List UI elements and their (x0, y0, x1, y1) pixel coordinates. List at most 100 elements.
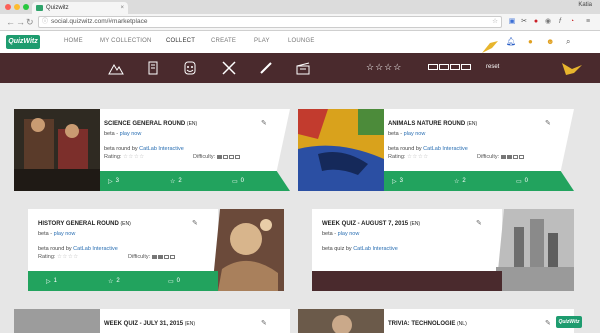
card-author-line: beta round by CatLab Interactive (38, 246, 118, 252)
edit-icon[interactable]: ✎ (545, 319, 551, 327)
nav-collect[interactable]: COLLECT (166, 38, 195, 44)
reset-filter-button[interactable]: reset (486, 64, 499, 70)
tab-title: Quizwitz (46, 5, 69, 11)
author-link[interactable]: CatLab Interactive (353, 246, 398, 252)
quizwitz-favicon-icon (36, 5, 43, 11)
card-title[interactable]: WEEK QUIZ - JULY 31, 2015 (EN) (104, 321, 195, 327)
bird-decoration-icon (562, 63, 582, 75)
card-rating: Rating: ☆☆☆☆ (388, 154, 429, 160)
quiz-card-week-jul-31[interactable]: WEEK QUIZ - JULY 31, 2015 (EN) ✎ (14, 309, 290, 333)
play-now-link[interactable]: play now (54, 231, 76, 237)
play-now-link[interactable]: play now (120, 131, 142, 137)
minimize-window-button[interactable] (14, 4, 20, 10)
back-icon[interactable]: ← (6, 17, 15, 27)
nav-create[interactable]: CREATE (211, 38, 236, 44)
reload-icon[interactable]: ↻ (26, 17, 34, 27)
play-now-link[interactable]: play now (338, 231, 360, 237)
card-author-line: beta quiz by CatLab Interactive (322, 246, 398, 252)
quiz-card-trivia-technologie[interactable]: TRIVIA: TECHNOLOGIE (NL) ✎ (298, 309, 574, 333)
close-tab-icon[interactable]: × (120, 2, 124, 14)
card-body (312, 209, 502, 271)
browser-tabstrip: Quizwitz × Katia (0, 0, 600, 14)
likes-stat[interactable]: ☆ 2 (170, 171, 182, 191)
card-title[interactable]: ANIMALS NATURE ROUND (EN) (388, 121, 477, 127)
forward-icon[interactable]: → (16, 17, 25, 27)
avatar-icon[interactable]: ☻ (546, 37, 554, 46)
page-info-icon[interactable]: ⓘ (42, 17, 48, 27)
nav-play[interactable]: PLAY (254, 38, 270, 44)
difficulty-filter[interactable] (428, 64, 471, 70)
card-thumbnail (212, 209, 284, 291)
comments-stat[interactable]: ▭ 0 (232, 171, 244, 191)
rating-filter-stars[interactable]: ☆☆☆☆ (366, 62, 402, 73)
bell-icon[interactable]: 🔔︎ (506, 37, 516, 46)
address-bar[interactable]: ⓘ social.quizwitz.com/#marketplace ☆ (38, 16, 502, 28)
card-difficulty: Difficulty: (193, 154, 241, 160)
browser-user-name[interactable]: Katia (578, 2, 592, 8)
pencil-icon[interactable] (258, 60, 274, 76)
function-icon[interactable]: f (556, 18, 564, 26)
browser-tab[interactable]: Quizwitz × (32, 2, 128, 14)
play-now-link[interactable]: play now (404, 131, 426, 137)
edit-icon[interactable]: ✎ (261, 319, 267, 327)
quizwitz-badge-logo[interactable]: QuizWitz (556, 316, 582, 328)
card-footer: ▷ 3 ☆ 2 ▭ 0 (100, 171, 290, 191)
card-title[interactable]: HISTORY GENERAL ROUND (EN) (38, 221, 131, 227)
nav-lounge[interactable]: LOUNGE (288, 38, 315, 44)
extension-icon-2[interactable]: ✂ (520, 18, 528, 26)
maximize-window-button[interactable] (23, 4, 29, 10)
app-navbar: QuizWitz HOME MY COLLECTION COLLECT CREA… (0, 31, 600, 53)
quizwitz-logo[interactable]: QuizWitz (6, 35, 40, 49)
bookmark-star-icon[interactable]: ☆ (492, 17, 498, 27)
comments-stat[interactable]: ▭ 0 (516, 171, 528, 191)
card-stage: beta - play now (104, 131, 142, 137)
difficulty-bar (152, 255, 176, 259)
difficulty-bar (501, 155, 525, 159)
likes-stat[interactable]: ☆ 2 (108, 271, 120, 291)
pinterest-icon[interactable]: ● (532, 18, 540, 26)
card-thumbnail (14, 309, 100, 333)
likes-stat[interactable]: ☆ 2 (454, 171, 466, 191)
nav-home[interactable]: HOME (64, 38, 83, 44)
extension-icon-1[interactable]: ▣ (508, 18, 516, 26)
close-window-button[interactable] (5, 4, 11, 10)
card-title[interactable]: SCIENCE GENERAL ROUND (EN) (104, 121, 197, 127)
card-stage: beta - play now (322, 231, 360, 237)
card-difficulty: Difficulty: (128, 254, 176, 260)
tools-icon[interactable] (221, 60, 237, 76)
quiz-card-week-aug-7[interactable]: WEEK QUIZ - AUGUST 7, 2015 (EN) ✎ beta -… (312, 209, 574, 291)
plays-stat[interactable]: ▷ 3 (392, 171, 403, 191)
card-thumbnail (298, 309, 384, 333)
browser-toolbar: ← → ↻ ⓘ social.quizwitz.com/#marketplace… (0, 14, 600, 31)
edit-icon[interactable]: ✎ (261, 119, 267, 127)
coin-icon[interactable]: ● (528, 37, 533, 46)
mountain-icon[interactable] (108, 60, 124, 76)
theater-masks-icon[interactable] (182, 60, 198, 76)
author-link[interactable]: CatLab Interactive (139, 146, 184, 152)
extension-icon-4[interactable]: ◔ (568, 18, 576, 26)
quiz-card-history[interactable]: HISTORY GENERAL ROUND (EN) ✎ beta - play… (28, 209, 284, 291)
scroll-icon[interactable] (145, 60, 161, 76)
quiz-card-science[interactable]: SCIENCE GENERAL ROUND (EN) ✎ beta - play… (14, 109, 290, 191)
edit-icon[interactable]: ✎ (476, 219, 482, 227)
difficulty-bar (217, 155, 241, 159)
quiz-card-animals[interactable]: ANIMALS NATURE ROUND (EN) ✎ beta - play … (298, 109, 574, 191)
edit-icon[interactable]: ✎ (545, 119, 551, 127)
search-icon[interactable]: ⌕ (566, 37, 570, 46)
nav-my-collection[interactable]: MY COLLECTION (100, 38, 152, 44)
plays-stat[interactable]: ▷ 3 (108, 171, 119, 191)
filter-bar: ☆☆☆☆ reset (0, 53, 600, 83)
card-title[interactable]: TRIVIA: TECHNOLOGIE (NL) (388, 321, 467, 327)
comments-stat[interactable]: ▭ 0 (168, 271, 180, 291)
author-link[interactable]: CatLab Interactive (423, 146, 468, 152)
menu-icon[interactable]: ≡ (584, 18, 592, 26)
url-text: social.quizwitz.com/#marketplace (51, 18, 148, 25)
author-link[interactable]: CatLab Interactive (73, 246, 118, 252)
card-title[interactable]: WEEK QUIZ - AUGUST 7, 2015 (EN) (322, 221, 420, 227)
card-stage: beta - play now (38, 231, 76, 237)
plays-stat[interactable]: ▷ 1 (46, 271, 57, 291)
clapperboard-icon[interactable] (295, 60, 311, 76)
edit-icon[interactable]: ✎ (192, 219, 198, 227)
extension-icon-3[interactable]: ◉ (544, 18, 552, 26)
card-body (28, 209, 218, 271)
